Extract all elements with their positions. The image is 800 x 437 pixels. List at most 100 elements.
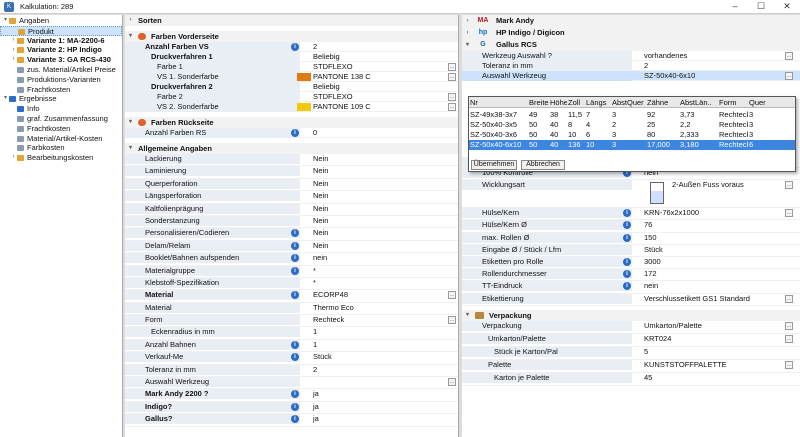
info-icon[interactable]: i [291,129,299,137]
info-icon[interactable]: i [623,257,631,266]
tree-item[interactable]: ▾ Ergebnisse [0,94,122,104]
property-value[interactable]: 1 [311,327,445,337]
property-value[interactable] [311,377,445,387]
expand-arrow-icon[interactable]: ▾ [2,94,9,104]
section-farben-vorderseite[interactable]: ▾ Farben Vorderseite [125,31,458,42]
dropdown-button[interactable]: ... [785,294,793,303]
info-icon[interactable]: i [291,340,299,349]
property-value[interactable]: 5 [642,347,782,357]
section-verpackung[interactable]: ▾ Verpackung [462,309,800,321]
expand-arrow-icon[interactable]: ▾ [2,16,9,26]
dropdown-button[interactable]: ... [785,334,793,343]
property-value[interactable]: vorhandenes [642,51,782,61]
property-value[interactable]: Beliebig [311,52,445,62]
info-icon[interactable]: i [291,43,299,51]
property-value[interactable]: Rechteck [311,315,445,325]
property-value[interactable]: STDFLEXO [311,62,445,72]
column-header[interactable]: AbstQuer [612,97,646,108]
tree-item[interactable]: Info [0,104,122,114]
info-icon[interactable]: i [291,266,299,275]
column-header[interactable]: Zoll [568,97,585,108]
property-value[interactable]: PANTONE 138 C [311,72,445,82]
tree-item[interactable]: Frachtkosten [0,85,122,95]
tree-item[interactable]: zus. Material/Artikel Preise [0,65,122,75]
minimize-button[interactable]: – [722,0,748,14]
dropdown-button[interactable]: ... [785,321,793,330]
tree-item[interactable]: ▾ Angaben [0,16,122,26]
property-value[interactable]: Nein [311,216,445,226]
dropdown-button[interactable]: ... [785,72,793,80]
grid-row[interactable]: SZ-50x40-3x6 50 40 10 6 3 80 2,333 Rechteck 3 [469,130,795,140]
property-value[interactable]: ja [311,389,445,399]
property-value[interactable]: KRT024 [642,334,782,344]
property-value[interactable]: nein [311,253,445,263]
property-value[interactable]: KUNSTSTOFFPALETTE [642,360,782,370]
property-value[interactable]: Nein [311,204,445,214]
dropdown-button[interactable]: ... [448,291,456,300]
property-value[interactable]: Nein [311,228,445,238]
property-value[interactable]: ECORP48 [311,290,445,300]
info-icon[interactable]: i [623,233,631,242]
property-value[interactable]: ja [311,414,445,424]
collapse-arrow-icon[interactable]: ▾ [464,310,471,321]
property-value[interactable]: 1 [311,340,445,350]
property-value[interactable]: 2 [311,42,445,52]
grid-row[interactable]: SZ-50x40-3x5 50 40 8 4 2 25 2,2 Rechteck 3 [469,120,795,130]
collapse-arrow-icon[interactable]: ▾ [127,143,134,154]
tree-item[interactable]: Material/Artikel-Kosten [0,134,122,144]
expand-arrow-icon[interactable]: ▾ [464,39,471,51]
brand-section[interactable]: › MA Mark Andy [462,15,800,27]
property-value[interactable]: 2 [642,61,782,71]
property-value[interactable]: * [311,278,445,288]
grid-row[interactable]: SZ-49x38-3x7 49 38 11,5 7 3 92 3,73 Rechteck 3 [469,110,795,120]
collapse-arrow-icon[interactable]: ▾ [127,117,134,128]
expand-arrow-icon[interactable]: › [464,27,471,39]
tree-item[interactable]: Produktions-Varianten [0,75,122,85]
property-value[interactable]: 2-Außen Fuss voraus [670,180,800,192]
expand-arrow-icon[interactable]: › [127,15,134,26]
brand-section[interactable]: ▾ G Gallus RCS [462,39,800,51]
property-value[interactable]: Nein [311,191,445,201]
property-value[interactable]: 45 [642,373,782,383]
tree-item[interactable]: › Bearbeitungskosten [0,153,122,163]
property-value[interactable]: Thermo Eco [311,303,445,313]
column-header[interactable]: Längs [586,97,611,108]
ok-button[interactable]: Übernehmen [471,160,517,170]
dropdown-button[interactable]: ... [785,360,793,369]
expand-arrow-icon[interactable]: › [10,153,17,163]
cancel-button[interactable]: Abbrechen [521,160,565,170]
column-header[interactable]: Quer [749,97,769,108]
property-value[interactable]: Verschlussetikett GS1 Standard [642,294,782,304]
dropdown-button[interactable]: ... [448,316,456,325]
tree-item[interactable]: Farbkosten [0,143,122,153]
dropdown-button[interactable]: ... [448,63,456,71]
info-icon[interactable]: i [291,402,299,411]
property-value[interactable]: Nein [311,166,445,176]
property-value[interactable]: ja [311,402,445,412]
column-header[interactable]: Nr [470,97,528,108]
expand-arrow-icon[interactable]: › [10,55,17,65]
expand-arrow-icon[interactable]: › [464,15,471,27]
property-value[interactable]: Nein [311,154,445,164]
column-header[interactable]: Breite [529,97,549,108]
expand-arrow-icon[interactable]: › [10,36,17,46]
property-value[interactable]: Stück [311,352,445,362]
property-value[interactable]: Nein [311,179,445,189]
expand-arrow-icon[interactable]: › [10,46,17,56]
section-farben-rueckseite[interactable]: ▾ Farben Rückseite [125,117,458,128]
dropdown-button[interactable]: ... [785,181,793,190]
property-value[interactable]: nein [642,281,782,291]
close-button[interactable]: ✕ [774,0,800,14]
tree-item[interactable]: Frachtkosten [0,124,122,134]
property-value[interactable]: Umkarton/Palette [642,321,782,331]
dropdown-button[interactable]: ... [448,93,456,101]
tree-item[interactable]: › Variante 2: HP Indigo [0,45,122,55]
column-header[interactable]: Form [719,97,748,108]
column-header[interactable]: Höhe [550,97,567,108]
property-value[interactable]: SZ-50x40-6x10 [642,71,782,81]
property-value[interactable]: 76 [642,220,782,230]
property-value[interactable]: 3000 [642,257,782,267]
maximize-button[interactable]: ☐ [748,0,774,14]
dropdown-button[interactable]: ... [448,103,456,111]
property-value[interactable]: 150 [642,233,782,243]
